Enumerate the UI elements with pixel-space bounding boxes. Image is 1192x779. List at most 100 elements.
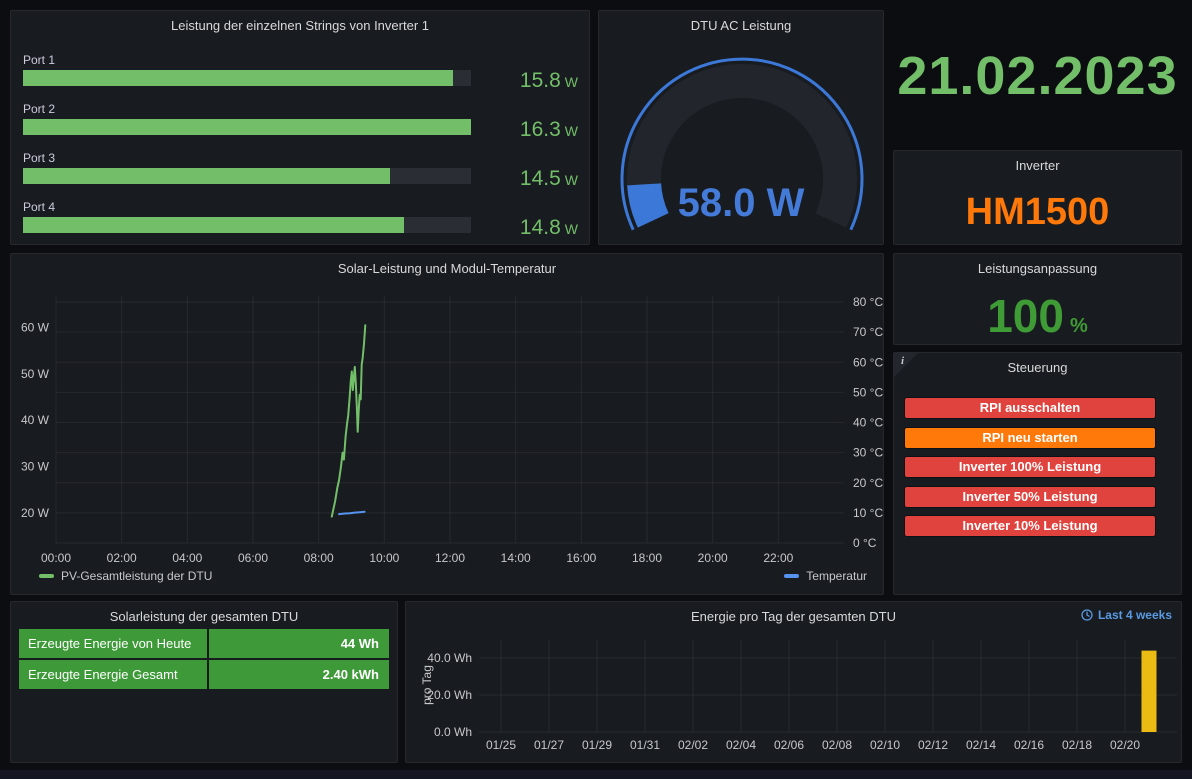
x-axis-tick-label: 02/14 xyxy=(966,738,996,752)
x-axis-tick-label: 02/04 xyxy=(726,738,756,752)
left-axis-tick-label: 50 W xyxy=(21,367,50,381)
control-button-2[interactable]: RPI neu starten xyxy=(904,427,1156,449)
table-cell-label: Erzeugte Energie von Heute xyxy=(19,629,207,658)
bar-gauge-fill xyxy=(23,70,453,86)
control-button-3[interactable]: Inverter 100% Leistung xyxy=(904,456,1156,478)
value-number: 14.5 xyxy=(520,167,561,190)
x-axis-tick-label: 01/27 xyxy=(534,738,564,752)
x-axis-tick-label: 01/29 xyxy=(582,738,612,752)
bar-gauge-list: Port 115.8WPort 216.3WPort 314.5WPort 41… xyxy=(11,11,589,244)
value-unit: W xyxy=(565,123,578,139)
value-unit: W xyxy=(565,221,578,237)
bar-gauge-fill xyxy=(23,217,404,233)
x-axis-tick-label: 02/16 xyxy=(1014,738,1044,752)
value-number: 16.3 xyxy=(520,118,561,141)
panel-inverter: Inverter HM1500 xyxy=(893,150,1182,245)
value-number: 15.8 xyxy=(520,69,561,92)
bar-chart: 0.0 Wh20.0 Wh40.0 Wh01/2501/2701/2901/31… xyxy=(406,602,1183,762)
right-axis-tick-label: 0 °C xyxy=(853,536,877,550)
bar-gauge-row: Port 4 xyxy=(23,200,471,242)
bar-gauge-row: Port 2 xyxy=(23,102,471,144)
inverter-model: HM1500 xyxy=(894,187,1181,237)
panel-title-inverter[interactable]: Inverter xyxy=(894,153,1181,179)
bar-gauge-track xyxy=(23,119,471,135)
x-axis-tick-label: 04:00 xyxy=(172,551,202,565)
y-axis-tick-label: 0.0 Wh xyxy=(434,725,472,739)
control-button-1[interactable]: RPI ausschalten xyxy=(904,397,1156,419)
x-axis-tick-label: 12:00 xyxy=(435,551,465,565)
series-line-2 xyxy=(339,512,365,514)
leistungsanpassung-value: 100% xyxy=(894,288,1181,356)
panel-solar-table: Solarleistung der gesamten DTU Erzeugte … xyxy=(10,601,398,763)
x-axis-tick-label: 01/31 xyxy=(630,738,660,752)
legend-label-temp: Temperatur xyxy=(806,569,867,583)
panel-energy-per-day: Energie pro Tag der gesamten DTU Last 4 … xyxy=(405,601,1182,763)
timeseries-chart: 0 °C10 °C20 °C30 °C40 °C50 °C60 °C70 °C8… xyxy=(11,254,885,569)
x-axis-tick-label: 08:00 xyxy=(304,551,334,565)
bar-gauge-track xyxy=(23,168,471,184)
energy-table: Erzeugte Energie von Heute44 WhErzeugte … xyxy=(11,602,397,762)
table-cell-value: 44 Wh xyxy=(209,629,389,658)
info-icon: i xyxy=(901,355,904,367)
x-axis-tick-label: 06:00 xyxy=(238,551,268,565)
x-axis-tick-label: 18:00 xyxy=(632,551,662,565)
right-axis-tick-label: 60 °C xyxy=(853,355,883,369)
control-button-4[interactable]: Inverter 50% Leistung xyxy=(904,486,1156,508)
x-axis-tick-label: 02/12 xyxy=(918,738,948,752)
panel-info-corner[interactable] xyxy=(894,353,918,377)
left-axis-tick-label: 30 W xyxy=(21,460,50,474)
x-axis-tick-label: 02/10 xyxy=(870,738,900,752)
panel-title-leistungsanpassung[interactable]: Leistungsanpassung xyxy=(894,256,1181,282)
legend-label-pv: PV-Gesamtleistung der DTU xyxy=(61,569,212,583)
right-axis-tick-label: 10 °C xyxy=(853,506,883,520)
x-axis-tick-label: 02/20 xyxy=(1110,738,1140,752)
x-axis-tick-label: 16:00 xyxy=(566,551,596,565)
energy-bar xyxy=(1142,651,1157,732)
value-number: 14.8 xyxy=(520,216,561,239)
grafana-dashboard: Leistung der einzelnen Strings von Inver… xyxy=(0,0,1192,779)
legend-item-temp[interactable]: Temperatur xyxy=(784,569,867,583)
x-axis-tick-label: 02/02 xyxy=(678,738,708,752)
legend-item-pv[interactable]: PV-Gesamtleistung der DTU xyxy=(39,569,212,583)
table-cell-label: Erzeugte Energie Gesamt xyxy=(19,660,207,689)
panel-solar-power-temp: Solar-Leistung und Modul-Temperatur 0 °C… xyxy=(10,253,884,595)
panel-dtu-ac-gauge: DTU AC Leistung 58.0 W xyxy=(598,10,884,245)
control-button-5[interactable]: Inverter 10% Leistung xyxy=(904,515,1156,537)
value-unit: W xyxy=(565,74,578,90)
panel-strings: Leistung der einzelnen Strings von Inver… xyxy=(10,10,590,245)
x-axis-tick-label: 20:00 xyxy=(698,551,728,565)
bar-gauge-track xyxy=(23,217,471,233)
left-axis-tick-label: 40 W xyxy=(21,413,50,427)
bar-gauge-row: Port 1 xyxy=(23,53,471,95)
panel-steuerung: i Steuerung RPI ausschaltenRPI neu start… xyxy=(893,352,1182,595)
x-axis-tick-label: 02/08 xyxy=(822,738,852,752)
x-axis-tick-label: 02/06 xyxy=(774,738,804,752)
panel-leistungsanpassung: Leistungsanpassung 100% xyxy=(893,253,1182,345)
panel-title-gauge[interactable]: DTU AC Leistung xyxy=(599,13,883,39)
right-axis-tick-label: 20 °C xyxy=(853,476,883,490)
panel-date: 21.02.2023 xyxy=(893,10,1182,142)
bar-gauge-track xyxy=(23,70,471,86)
bar-gauge-label: Port 2 xyxy=(23,102,471,116)
table-row: Erzeugte Energie von Heute44 Wh xyxy=(19,629,389,658)
legend-swatch-pv xyxy=(39,574,54,578)
bar-gauge-value: 14.8W xyxy=(520,216,578,241)
value-unit: W xyxy=(565,172,578,188)
legend-swatch-temp xyxy=(784,574,799,578)
table-cell-value: 2.40 kWh xyxy=(209,660,389,689)
right-axis-tick-label: 50 °C xyxy=(853,385,883,399)
x-axis-tick-label: 14:00 xyxy=(501,551,531,565)
value-number: 100 xyxy=(987,290,1064,342)
right-axis-tick-label: 40 °C xyxy=(853,416,883,430)
gauge-value: 58.0 W xyxy=(599,181,883,225)
left-axis-tick-label: 60 W xyxy=(21,320,50,334)
table-row: Erzeugte Energie Gesamt2.40 kWh xyxy=(19,660,389,689)
bar-gauge-value: 15.8W xyxy=(520,69,578,94)
bar-gauge-value: 14.5W xyxy=(520,167,578,192)
x-axis-tick-label: 01/25 xyxy=(486,738,516,752)
right-axis-tick-label: 70 °C xyxy=(853,325,883,339)
x-axis-tick-label: 02:00 xyxy=(107,551,137,565)
bar-gauge-fill xyxy=(23,168,390,184)
bar-gauge-row: Port 3 xyxy=(23,151,471,193)
right-axis-tick-label: 80 °C xyxy=(853,295,883,309)
